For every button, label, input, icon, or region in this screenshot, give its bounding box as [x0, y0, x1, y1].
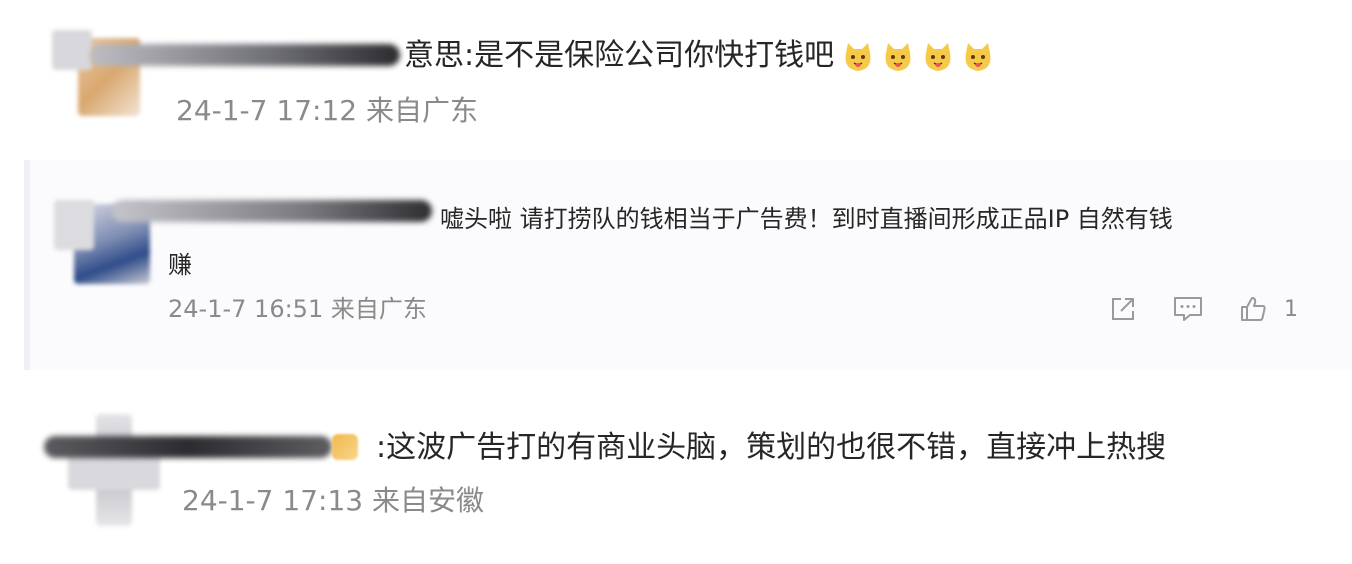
- cat-face-icon: [965, 42, 991, 71]
- badge-icon: [332, 434, 358, 460]
- comment-time: 16:51: [254, 295, 324, 323]
- comment-body: 意思:是不是保险公司你快打钱吧: [404, 38, 835, 73]
- username-redacted[interactable]: [112, 200, 432, 222]
- cat-face-icon: [925, 42, 951, 71]
- emoji-group: [836, 38, 996, 73]
- comment-location: 来自广东: [365, 94, 478, 127]
- like-count: 1: [1284, 296, 1298, 322]
- like-button[interactable]: 1: [1238, 294, 1298, 324]
- thumbs-up-icon: [1241, 297, 1266, 321]
- comment-button[interactable]: [1172, 294, 1204, 324]
- comment-icon: [1174, 297, 1202, 321]
- comment-1: 意思:是不是保险公司你快打钱吧 24-1-7 17:12 来自广东: [0, 0, 1352, 150]
- comment-date: 24-1-7: [176, 94, 268, 127]
- avatar-overlay: [52, 30, 92, 70]
- comment-location: 来自广东: [330, 295, 427, 323]
- comment-2: 嘘头啦 请打捞队的钱相当于广告费！到时直播间形成正品IP 自然有钱 赚 24-1…: [0, 160, 1352, 370]
- comment-time: 17:13: [282, 484, 364, 517]
- comment-date: 24-1-7: [182, 484, 274, 517]
- comment-meta: 24-1-7 16:51 来自广东: [168, 292, 427, 326]
- share-icon: [1112, 298, 1134, 320]
- cat-face-icon: [885, 42, 911, 71]
- comment-text: :这波广告打的有商业头脑，策划的也很不错，直接冲上热搜: [376, 430, 1167, 465]
- username-redacted[interactable]: [44, 436, 332, 458]
- comment-text-line1: 嘘头啦 请打捞队的钱相当于广告费！到时直播间形成正品IP 自然有钱: [440, 205, 1173, 233]
- cat-face-icon: [845, 42, 871, 71]
- comment-date: 24-1-7: [168, 295, 247, 323]
- share-button[interactable]: [1108, 294, 1138, 324]
- comment-time: 17:12: [276, 94, 358, 127]
- username-redacted[interactable]: [90, 44, 400, 66]
- comment-text: 意思:是不是保险公司你快打钱吧: [404, 36, 996, 76]
- comment-meta: 24-1-7 17:13 来自安徽: [182, 482, 484, 520]
- avatar-overlay: [54, 200, 94, 250]
- comment-text-line2: 赚: [168, 251, 192, 279]
- comment-location: 来自安徽: [371, 484, 484, 517]
- comment-3: :这波广告打的有商业头脑，策划的也很不错，直接冲上热搜 24-1-7 17:13…: [0, 390, 1352, 564]
- comment-meta: 24-1-7 17:12 来自广东: [176, 92, 478, 130]
